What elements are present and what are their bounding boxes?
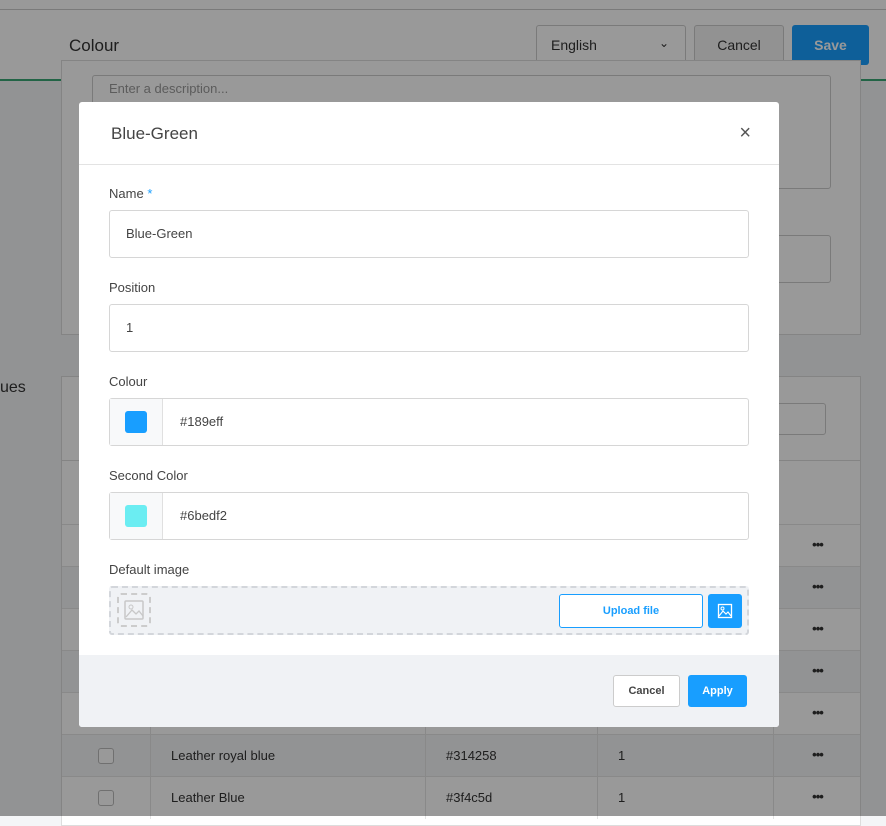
edit-colour-modal: Blue-Green × Name * Blue-Green Position … — [79, 102, 779, 727]
second-color-input[interactable]: #6bedf2 — [109, 492, 749, 540]
colour-swatch — [125, 411, 147, 433]
name-label: Name * — [109, 186, 152, 201]
position-label: Position — [109, 280, 156, 295]
name-label-text: Name — [109, 186, 144, 201]
colour-picker-button[interactable] — [110, 399, 163, 445]
modal-footer: Cancel Apply — [79, 655, 779, 727]
name-input[interactable]: Blue-Green — [109, 210, 749, 258]
apply-button[interactable]: Apply — [688, 675, 747, 707]
position-input[interactable]: 1 — [109, 304, 749, 352]
modal-title: Blue-Green — [111, 124, 198, 143]
colour-input[interactable]: #189eff — [109, 398, 749, 446]
colour-label: Colour — [109, 374, 148, 389]
media-library-button[interactable] — [708, 594, 742, 628]
second-color-label: Second Color — [109, 468, 188, 483]
image-placeholder-icon — [117, 593, 151, 627]
second-color-value: #6bedf2 — [180, 508, 227, 523]
image-dropzone[interactable]: Upload file — [109, 586, 749, 635]
second-color-picker-button[interactable] — [110, 493, 163, 539]
upload-file-button[interactable]: Upload file — [559, 594, 703, 628]
second-color-swatch — [125, 505, 147, 527]
colour-value: #189eff — [180, 414, 224, 429]
modal-cancel-button[interactable]: Cancel — [613, 675, 680, 707]
image-icon — [717, 603, 733, 619]
default-image-label: Default image — [109, 562, 190, 577]
required-mark: * — [147, 186, 153, 201]
close-icon[interactable]: × — [739, 122, 751, 145]
